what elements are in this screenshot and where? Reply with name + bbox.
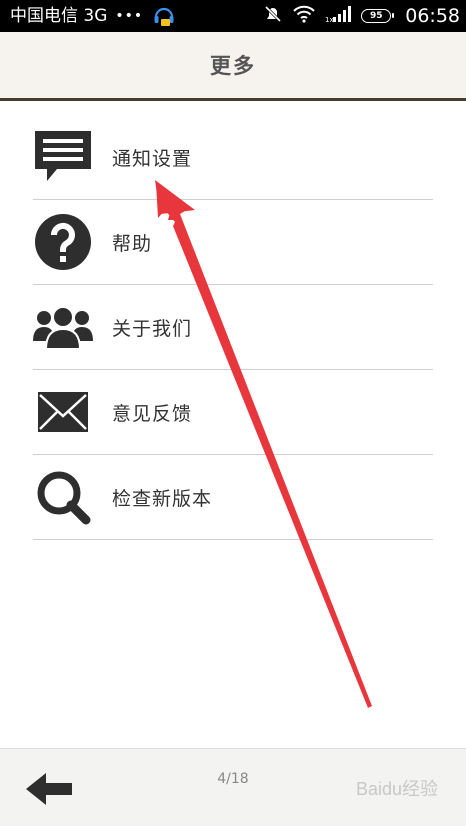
status-bar: 中国电信 3G ••• 1x 95 06:58	[0, 0, 466, 32]
clock: 06:58	[405, 5, 460, 27]
help-icon	[33, 212, 93, 272]
headset-app-icon	[153, 4, 175, 28]
menu-item-label: 意见反馈	[112, 402, 193, 425]
battery-indicator: 95	[361, 9, 395, 23]
settings-menu: 通知设置 帮助 关于我们 意见反馈 检查新版本	[33, 115, 433, 540]
menu-item-label: 帮助	[112, 232, 153, 255]
menu-item-about-us[interactable]: 关于我们	[33, 285, 433, 370]
menu-item-notification-settings[interactable]: 通知设置	[33, 115, 433, 200]
signal-icon: 1x	[325, 5, 352, 27]
menu-item-label: 关于我们	[112, 317, 193, 340]
svg-text:1x: 1x	[325, 16, 334, 23]
search-icon	[33, 467, 93, 527]
wifi-icon	[293, 5, 315, 27]
watermark: Baidu经验	[355, 779, 438, 799]
carrier-name: 中国电信 3G	[10, 6, 108, 26]
more-notifications-dots: •••	[115, 8, 144, 24]
envelope-icon	[33, 382, 93, 442]
mute-icon	[263, 4, 283, 28]
bottom-navigation-bar: 4/18 Baidu经验	[0, 748, 466, 826]
menu-item-help[interactable]: 帮助	[33, 200, 433, 285]
page-title: 更多	[210, 54, 256, 78]
menu-item-label: 通知设置	[112, 147, 193, 170]
menu-item-feedback[interactable]: 意见反馈	[33, 370, 433, 455]
menu-item-check-update[interactable]: 检查新版本	[33, 455, 433, 540]
page-header: 更多	[0, 32, 466, 101]
menu-item-label: 检查新版本	[112, 487, 213, 510]
notification-icon	[33, 127, 93, 187]
users-icon	[33, 297, 93, 357]
